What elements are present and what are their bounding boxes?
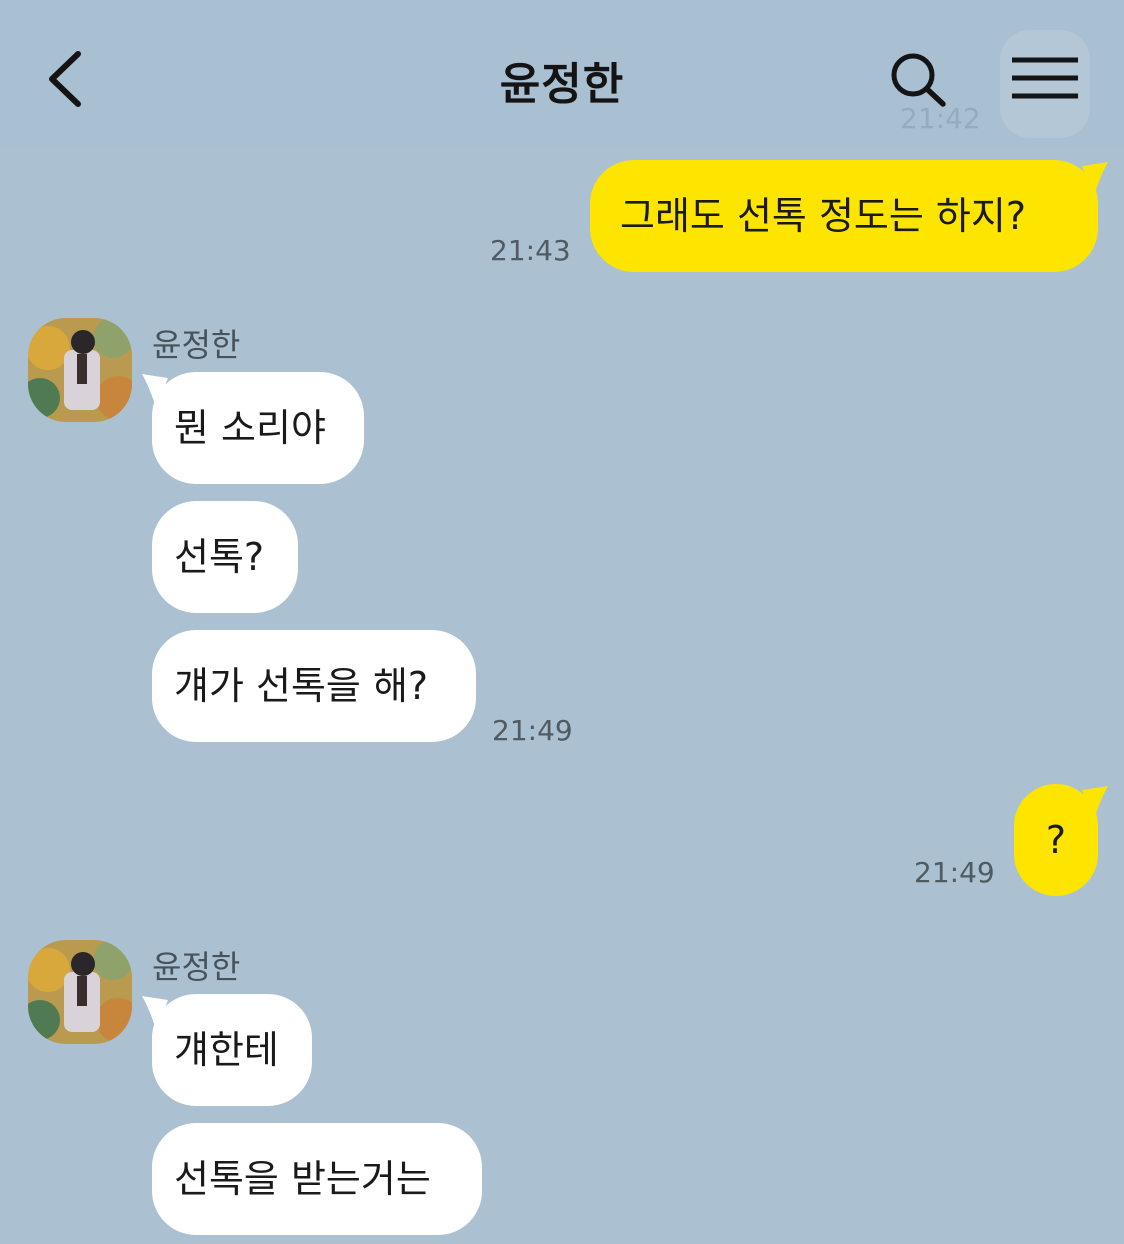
menu-icon xyxy=(1012,57,1078,99)
bubble-tail xyxy=(1082,786,1108,820)
profile-photo xyxy=(28,940,132,1044)
my-message-bubble[interactable]: 그래도 선톡 정도는 하지? xyxy=(590,160,1098,272)
bubble-tail xyxy=(1082,162,1108,196)
chat-header: 윤정한 21:42 xyxy=(0,0,1124,150)
their-message-bubble[interactable]: 걔가 선톡을 해? xyxy=(152,630,476,742)
their-message-bubble[interactable]: 선톡을 받는거는 xyxy=(152,1123,482,1235)
message-time: 21:49 xyxy=(914,856,995,889)
their-message-bubble[interactable]: 걔한테 xyxy=(152,994,312,1106)
profile-photo xyxy=(28,318,132,422)
message-time: 21:43 xyxy=(490,234,571,267)
message-time: 21:49 xyxy=(492,714,573,747)
avatar[interactable] xyxy=(28,318,132,422)
their-message-bubble[interactable]: 뭔 소리야 xyxy=(152,372,364,484)
sender-name: 윤정한 xyxy=(152,326,241,364)
ghost-timestamp: 21:42 xyxy=(900,102,981,135)
their-message-bubble[interactable]: 선톡? xyxy=(152,501,298,613)
search-icon xyxy=(891,53,946,107)
search-button[interactable] xyxy=(888,50,950,110)
avatar[interactable] xyxy=(28,940,132,1044)
sender-name: 윤정한 xyxy=(152,948,241,986)
menu-button[interactable] xyxy=(1000,30,1090,138)
